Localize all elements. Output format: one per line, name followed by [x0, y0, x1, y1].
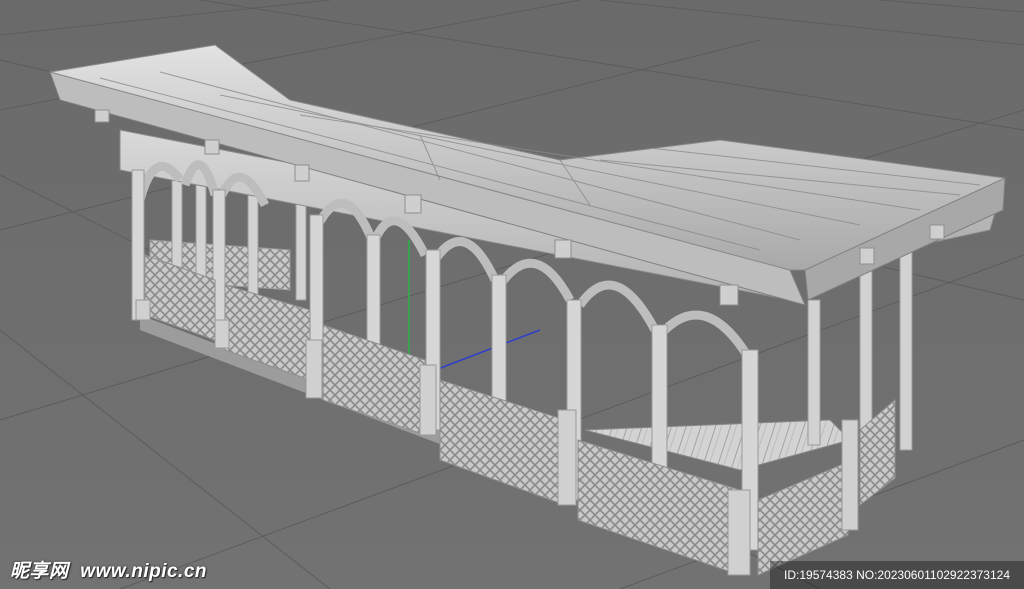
- image-info-text: ID:19574383 NO:20230601102922373124: [784, 568, 1010, 582]
- watermark-site-name: 昵享网: [10, 560, 69, 582]
- front-railing: [144, 254, 896, 576]
- watermark-image-info: ID:19574383 NO:20230601102922373124: [770, 561, 1024, 589]
- watermark-site-url: www.nipic.cn: [80, 561, 207, 582]
- watermark-site: 昵享网 www.nipic.cn: [10, 556, 207, 583]
- pavilion-model: [49, 44, 1006, 576]
- 3d-viewport[interactable]: 昵享网 www.nipic.cn ID:19574383 NO:20230601…: [0, 0, 1024, 589]
- viewport-scene[interactable]: [0, 0, 1024, 589]
